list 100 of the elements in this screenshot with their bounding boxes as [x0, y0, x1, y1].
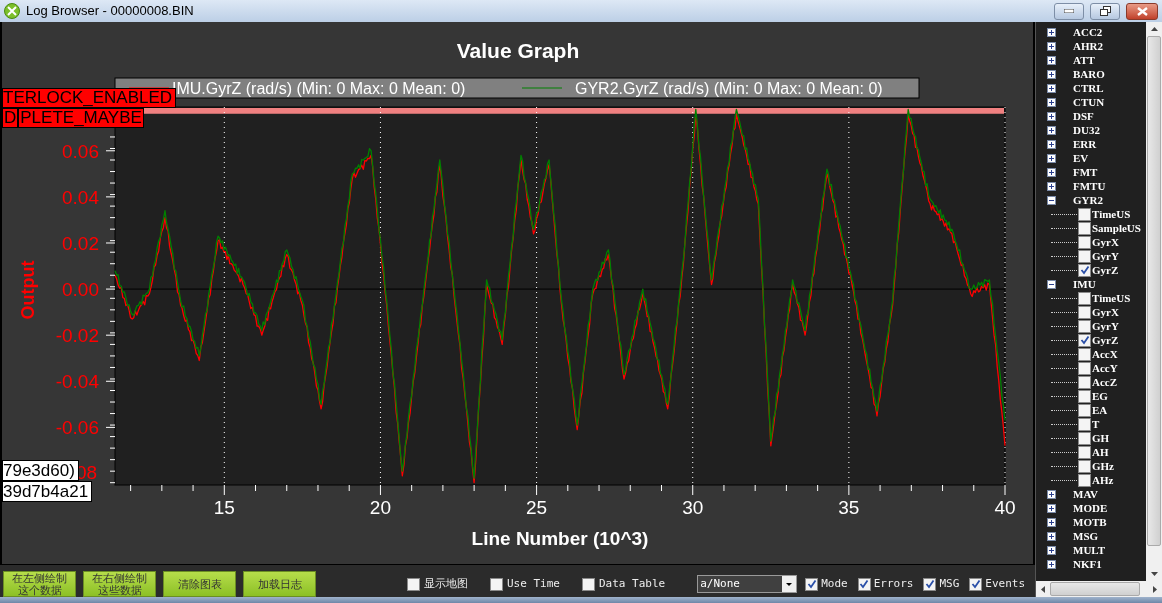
checkbox[interactable]: [1078, 221, 1091, 235]
expand-icon[interactable]: [1047, 503, 1056, 513]
expand-icon[interactable]: [1047, 111, 1056, 121]
expand-icon[interactable]: [1047, 139, 1056, 149]
checkmark-icon: [1079, 265, 1090, 275]
tree-node-label[interactable]: MAV: [1073, 487, 1098, 501]
tree-leaf-label[interactable]: GyrX: [1092, 235, 1119, 249]
expand-icon[interactable]: [1047, 559, 1056, 569]
tree-leaf-label[interactable]: SampleUS: [1092, 221, 1141, 235]
tree-node-label[interactable]: MOTB: [1073, 515, 1107, 529]
checkbox[interactable]: [1078, 417, 1091, 431]
expand-icon[interactable]: [1047, 69, 1056, 79]
tree-leaf-label[interactable]: TimeUS: [1092, 207, 1131, 221]
horizontal-scrollbar[interactable]: [1036, 581, 1162, 597]
scrollbar-thumb[interactable]: [1050, 582, 1140, 596]
tree-leaf-label[interactable]: GyrX: [1092, 305, 1119, 319]
tree-leaf-label[interactable]: AccX: [1092, 347, 1118, 361]
tree-node-label[interactable]: MULT: [1073, 543, 1105, 557]
x-tick-label: 15: [213, 497, 235, 518]
tree-leaf-label[interactable]: GH: [1092, 431, 1110, 445]
tree-leaf-label[interactable]: GHz: [1092, 459, 1114, 473]
checkbox[interactable]: [1078, 333, 1091, 347]
tree-node-label[interactable]: CTUN: [1073, 95, 1105, 109]
checkbox[interactable]: [857, 577, 871, 591]
tree-node-label[interactable]: CTRL: [1073, 81, 1104, 95]
checkbox[interactable]: [1078, 291, 1091, 305]
tree-node-label[interactable]: EV: [1073, 151, 1089, 165]
expand-icon[interactable]: [1047, 97, 1056, 107]
checkbox[interactable]: [1078, 459, 1091, 473]
checkbox[interactable]: [1078, 263, 1091, 277]
collapse-icon[interactable]: [1047, 279, 1056, 289]
tree-node-label[interactable]: NKF1: [1073, 557, 1102, 571]
checkbox[interactable]: [582, 577, 595, 591]
checkbox[interactable]: [407, 577, 420, 591]
expand-icon[interactable]: [1047, 181, 1056, 191]
tree-node-label[interactable]: MODE: [1073, 501, 1108, 515]
checkbox[interactable]: [1078, 235, 1091, 249]
tree-node-label[interactable]: ERR: [1073, 137, 1097, 151]
expand-icon[interactable]: [1047, 55, 1056, 65]
tree-leaf-label[interactable]: T: [1092, 417, 1100, 431]
tree-node-label[interactable]: DSF: [1073, 109, 1094, 123]
close-button[interactable]: [1126, 2, 1158, 20]
expand-icon[interactable]: [1047, 531, 1056, 541]
tree-node-label[interactable]: ATT: [1073, 53, 1095, 67]
checkbox[interactable]: [1078, 473, 1091, 487]
expand-icon[interactable]: [1047, 27, 1056, 37]
action-button[interactable]: 在左侧绘制 这个数据: [3, 571, 76, 597]
tree-leaf-label[interactable]: EG: [1092, 389, 1108, 403]
tree-leaf-label[interactable]: EA: [1092, 403, 1108, 417]
tree-node-label[interactable]: FMT: [1073, 165, 1098, 179]
expand-icon[interactable]: [1047, 41, 1056, 51]
checkbox[interactable]: [1078, 319, 1091, 333]
checkbox[interactable]: [1078, 347, 1091, 361]
action-button[interactable]: 在右侧绘制 这些数据: [83, 571, 156, 597]
expand-icon[interactable]: [1047, 517, 1056, 527]
expand-icon[interactable]: [1047, 83, 1056, 93]
checkbox[interactable]: [1078, 249, 1091, 263]
tree-node-label[interactable]: FMTU: [1073, 179, 1106, 193]
checkbox[interactable]: [805, 577, 819, 591]
tree-node-label[interactable]: ACC2: [1073, 25, 1103, 39]
checkbox[interactable]: [923, 577, 937, 591]
tree-leaf-label[interactable]: GyrZ: [1092, 333, 1119, 347]
tree-leaf-label[interactable]: AH: [1092, 445, 1109, 459]
checkbox[interactable]: [969, 577, 983, 591]
y-tick-label: 0.02: [62, 233, 99, 254]
scrollbar-thumb[interactable]: [1147, 36, 1161, 546]
expand-icon[interactable]: [1047, 167, 1056, 177]
expand-icon[interactable]: [1047, 545, 1056, 555]
checkbox[interactable]: [490, 577, 503, 591]
expand-icon[interactable]: [1047, 153, 1056, 163]
collapse-icon[interactable]: [1047, 195, 1056, 205]
tree-leaf-label[interactable]: AccZ: [1092, 375, 1118, 389]
action-button[interactable]: 加载日志: [243, 571, 316, 597]
checkbox[interactable]: [1078, 403, 1091, 417]
checkbox[interactable]: [1078, 375, 1091, 389]
checkbox[interactable]: [1078, 431, 1091, 445]
checkbox[interactable]: [1078, 389, 1091, 403]
expand-icon[interactable]: [1047, 489, 1056, 499]
checkbox[interactable]: [1078, 207, 1091, 221]
tree-leaf-label[interactable]: GyrY: [1092, 319, 1119, 333]
action-button[interactable]: 清除图表: [163, 571, 236, 597]
minimize-button[interactable]: [1054, 2, 1084, 20]
checkbox[interactable]: [1078, 445, 1091, 459]
tree-leaf-label[interactable]: GyrZ: [1092, 263, 1119, 277]
tree-leaf-label[interactable]: AHz: [1092, 473, 1114, 487]
expand-icon[interactable]: [1047, 125, 1056, 135]
restore-button[interactable]: [1090, 2, 1120, 20]
tree-leaf-label[interactable]: AccY: [1092, 361, 1118, 375]
tree-leaf-label[interactable]: TimeUS: [1092, 291, 1131, 305]
tree-node-label[interactable]: IMU: [1073, 277, 1096, 291]
checkbox[interactable]: [1078, 361, 1091, 375]
tree-node-label[interactable]: GYR2: [1073, 193, 1103, 207]
tree-node-label[interactable]: DU32: [1073, 123, 1100, 137]
tree-node-label[interactable]: AHR2: [1073, 39, 1103, 53]
tree-leaf-label[interactable]: GyrY: [1092, 249, 1119, 263]
tree-node-label[interactable]: BARO: [1073, 67, 1105, 81]
tree-node-label[interactable]: MSG: [1073, 529, 1099, 543]
checkbox[interactable]: [1078, 305, 1091, 319]
vertical-scrollbar[interactable]: [1146, 22, 1162, 581]
dropdown[interactable]: a/None: [697, 575, 798, 593]
